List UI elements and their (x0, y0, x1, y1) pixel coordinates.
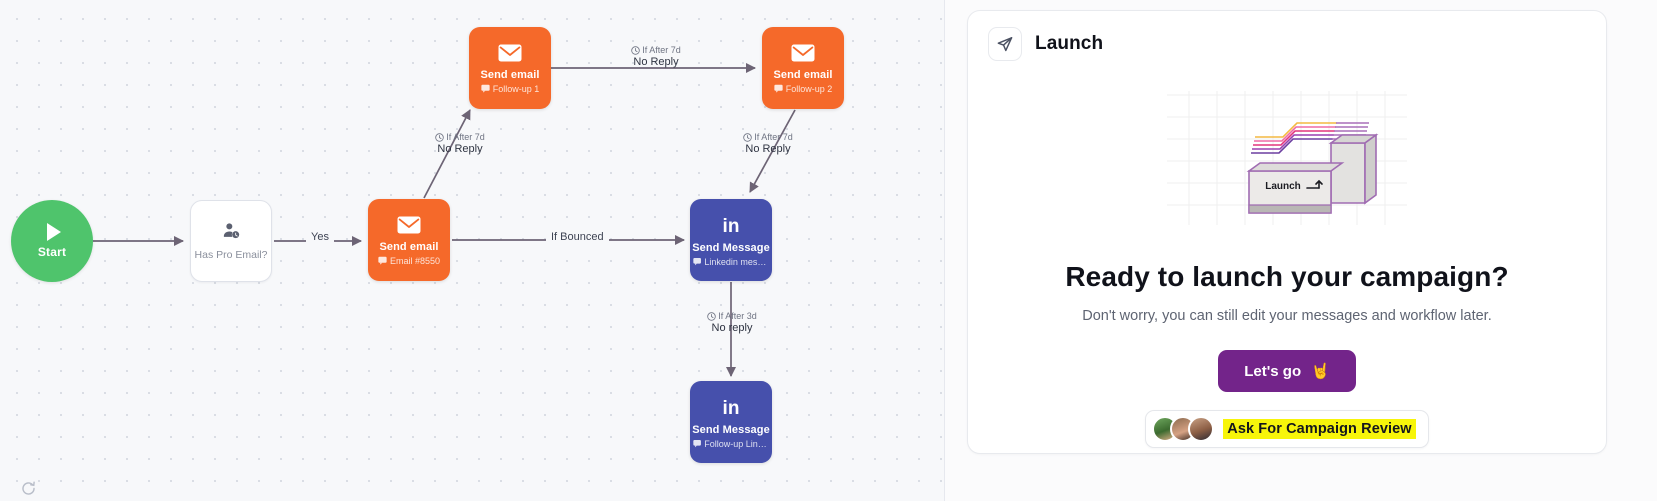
edge-condition-text: If After 7d (754, 132, 793, 142)
reviewer-avatars (1152, 416, 1215, 442)
edge-label-yes: Yes (306, 231, 334, 245)
svg-text:in: in (723, 398, 740, 417)
launch-body: Launch Ready to launch your campaign? Do… (988, 85, 1586, 448)
message-tag-icon (481, 84, 490, 93)
node-send-email-followup-2[interactable]: Send email Follow-up 2 (762, 27, 844, 109)
edge-condition: If After 7d (435, 132, 485, 143)
edge-main-text: No Reply (745, 143, 791, 156)
node-send-email-main[interactable]: Send email Email #8550 (368, 199, 450, 281)
edge-condition: If After 7d (631, 45, 681, 56)
message-tag-icon (378, 256, 387, 265)
node-title: Send email (379, 240, 439, 253)
edge-main-text: No Reply (437, 143, 483, 156)
envelope-icon (498, 44, 522, 62)
svg-text:in: in (723, 216, 740, 235)
node-start[interactable]: Start (11, 200, 93, 282)
edge-condition: If After 3d (707, 311, 757, 322)
node-send-linkedin-message[interactable]: in Send Message Linkedin messa... (690, 199, 772, 281)
message-tag-icon (774, 84, 783, 93)
rock-on-emoji: 🤘 (1311, 363, 1330, 380)
node-subtitle-text: Follow-up Linke... (704, 438, 769, 449)
message-tag-icon (693, 258, 701, 266)
launch-header: Launch (988, 27, 1586, 61)
linkedin-icon: in (718, 215, 744, 237)
illustration-key-label: Launch (1265, 181, 1301, 192)
play-icon (47, 223, 61, 241)
linkedin-icon: in (718, 397, 744, 419)
node-subtitle-text: Linkedin messa... (704, 256, 769, 267)
node-title: Send Message (692, 423, 770, 436)
paper-plane-icon (988, 27, 1022, 61)
node-subtitle-text: Follow-up 1 (492, 83, 540, 94)
clock-icon (435, 133, 444, 142)
reset-view-icon[interactable] (20, 480, 37, 497)
node-subtitle: Follow-up 2 (774, 83, 833, 94)
ask-for-campaign-review-label: Ask For Campaign Review (1223, 419, 1416, 439)
envelope-icon (791, 44, 815, 62)
launch-headline: Ready to launch your campaign? (1065, 261, 1509, 292)
edge-main-text: No Reply (633, 56, 679, 69)
clock-icon (743, 133, 752, 142)
user-check-icon (221, 221, 241, 241)
message-tag-icon (693, 440, 701, 448)
envelope-icon (397, 216, 421, 234)
node-subtitle-text: Follow-up 2 (785, 83, 833, 94)
edge-main-text: No reply (711, 322, 753, 335)
launch-subline: Don't worry, you can still edit your mes… (1082, 308, 1492, 324)
lets-go-button[interactable]: Let's go 🤘 (1218, 350, 1356, 392)
node-title: Send email (773, 68, 833, 81)
edge-label-if-bounced: If Bounced (546, 231, 609, 245)
node-subtitle: Follow-up Linke... (693, 439, 769, 449)
node-subtitle: Follow-up 1 (481, 83, 540, 94)
node-subtitle: Email #8550 (378, 256, 440, 266)
launch-title: Launch (1035, 33, 1104, 54)
node-title: Send email (480, 68, 540, 81)
edge-label-followup1-to-followup2: If After 7d No Reply (600, 45, 712, 70)
clock-icon (707, 312, 716, 321)
launch-card: Launch Launch Ready to launch your campa… (967, 10, 1607, 454)
node-send-linkedin-followup[interactable]: in Send Message Follow-up Linke... (690, 381, 772, 463)
launch-illustration: Launch (1167, 91, 1407, 225)
edge-condition-text: If After 7d (446, 132, 485, 142)
node-subtitle: Linkedin messa... (693, 257, 769, 267)
ask-for-campaign-review-button[interactable]: Ask For Campaign Review (1145, 410, 1429, 448)
lets-go-label: Let's go (1244, 362, 1302, 380)
node-title: Send Message (692, 241, 770, 254)
edge-condition-text: If After 7d (642, 45, 681, 55)
avatar (1188, 416, 1215, 442)
node-has-pro-email[interactable]: Has Pro Email? (190, 200, 272, 282)
node-has-pro-email-label: Has Pro Email? (194, 249, 268, 261)
node-subtitle-text: Email #8550 (389, 255, 441, 266)
node-send-email-followup-1[interactable]: Send email Follow-up 1 (469, 27, 551, 109)
workflow-canvas[interactable]: Start Has Pro Email? Send email Email #8… (0, 0, 945, 501)
edge-condition: If After 7d (743, 132, 793, 143)
edge-label-followup2-to-linkedin: If After 7d No Reply (712, 132, 824, 157)
campaign-workflow-screen: Start Has Pro Email? Send email Email #8… (0, 0, 1657, 501)
edge-label-linkedin-to-followup: If After 3d No reply (676, 311, 788, 336)
clock-icon (631, 46, 640, 55)
edge-label-email-to-followup1: If After 7d No Reply (404, 132, 516, 157)
edge-condition-text: If After 3d (718, 311, 757, 321)
launch-panel: Launch Launch Ready to launch your campa… (945, 0, 1657, 501)
node-start-label: Start (37, 245, 67, 259)
